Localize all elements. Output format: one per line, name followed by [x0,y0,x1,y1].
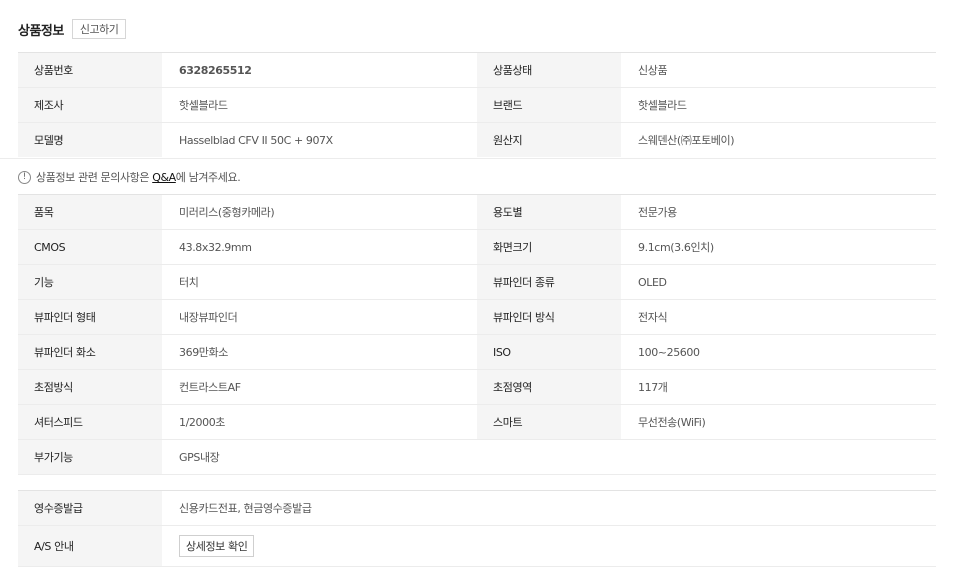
value-product-condition: 신상품 [621,52,936,88]
value-viewfinder-form: 내장뷰파인더 [162,299,477,335]
qa-notice: ! 상품정보 관련 문의사항은 Q&A에 남겨주세요. [0,158,936,195]
value-smart: 무선전송(WiFi) [621,404,936,440]
value-cmos: 43.8x32.9mm [162,229,477,265]
label-viewfinder-pixels: 뷰파인더 화소 [18,334,162,370]
value-product-number: 6328265512 [162,52,477,88]
as-info-cell: 상세정보 확인 [162,525,936,567]
notice-suffix: 에 남겨주세요. [175,171,241,184]
table-row: CMOS 43.8x32.9mm 화면크기 9.1cm(3.6인치) [18,229,936,265]
value-focus-area: 117개 [621,369,936,405]
service-table: 영수증발급 신용카드전표, 현금영수증발급 A/S 안내 상세정보 확인 [18,490,936,567]
report-button[interactable]: 신고하기 [71,19,127,39]
label-origin: 원산지 [477,122,621,157]
table-row: 제조사 핫셀블라드 브랜드 핫셀블라드 [18,87,936,123]
notice-prefix: 상품정보 관련 문의사항은 [36,171,153,184]
section-header: 상품정보 신고하기 [18,18,127,40]
detail-info-button[interactable]: 상세정보 확인 [179,535,255,557]
table-row: 기능 터치 뷰파인더 종류 OLED [18,264,936,300]
table-row: 셔터스피드 1/2000초 스마트 무선전송(WiFi) [18,404,936,440]
table-row: 모델명 Hasselblad CFV II 50C + 907X 원산지 스웨덴… [18,122,936,157]
label-product-number: 상품번호 [18,52,162,88]
value-usage: 전문가용 [621,194,936,230]
label-brand: 브랜드 [477,87,621,123]
label-focus-method: 초점방식 [18,369,162,405]
table-row: 영수증발급 신용카드전표, 현금영수증발급 [18,490,936,526]
label-usage: 용도별 [477,194,621,230]
table-row: 뷰파인더 화소 369만화소 ISO 100~25600 [18,334,936,370]
label-item: 품목 [18,194,162,230]
value-viewfinder-type: OLED [621,264,936,300]
value-screen-size: 9.1cm(3.6인치) [621,229,936,265]
value-origin: 스웨덴산(㈜포토베이) [638,134,735,147]
table-row: 초점방식 컨트라스트AF 초점영역 117개 [18,369,936,405]
value-function: 터치 [162,264,477,300]
label-viewfinder-type: 뷰파인더 종류 [477,264,621,300]
label-cmos: CMOS [18,229,162,265]
label-model: 모델명 [18,122,162,157]
label-screen-size: 화면크기 [477,229,621,265]
section-title: 상품정보 [18,23,64,39]
value-brand: 핫셀블라드 [621,87,936,123]
value-extra-function: GPS내장 [162,439,477,475]
label-iso: ISO [477,334,621,370]
label-smart: 스마트 [477,404,621,440]
qa-link[interactable]: Q&A [152,171,176,184]
label-product-condition: 상품상태 [477,52,621,88]
label-shutter-speed: 셔터스피드 [18,404,162,440]
value-receipt: 신용카드전표, 현금영수증발급 [162,490,936,526]
value-shutter-speed: 1/2000초 [162,404,477,440]
empty-cell [621,439,936,475]
label-viewfinder-form: 뷰파인더 형태 [18,299,162,335]
value-viewfinder-pixels: 369만화소 [162,334,477,370]
table-row: 상품번호 6328265512 상품상태 신상품 [18,52,936,88]
spec-table: 품목 미러리스(중형카메라) 용도별 전문가용 CMOS 43.8x32.9mm… [18,194,936,475]
value-manufacturer: 핫셀블라드 [162,87,477,123]
label-manufacturer: 제조사 [18,87,162,123]
basic-info-table: 상품번호 6328265512 상품상태 신상품 제조사 핫셀블라드 브랜드 핫… [18,52,936,157]
table-row: 품목 미러리스(중형카메라) 용도별 전문가용 [18,194,936,230]
value-model: Hasselblad CFV II 50C + 907X [179,133,333,147]
value-iso: 100~25600 [621,334,936,370]
label-as-info: A/S 안내 [18,525,162,567]
notice-text: 상품정보 관련 문의사항은 Q&A에 남겨주세요. [36,169,241,185]
table-row: 뷰파인더 형태 내장뷰파인더 뷰파인더 방식 전자식 [18,299,936,335]
label-focus-area: 초점영역 [477,369,621,405]
label-receipt: 영수증발급 [18,490,162,526]
value-viewfinder-method: 전자식 [621,299,936,335]
value-focus-method: 컨트라스트AF [162,369,477,405]
table-row: A/S 안내 상세정보 확인 [18,525,936,567]
table-row: 부가기능 GPS내장 [18,439,936,475]
label-extra-function: 부가기능 [18,439,162,475]
value-item: 미러리스(중형카메라) [162,194,477,230]
label-viewfinder-method: 뷰파인더 방식 [477,299,621,335]
label-function: 기능 [18,264,162,300]
empty-cell [477,439,621,475]
info-icon: ! [18,170,31,184]
